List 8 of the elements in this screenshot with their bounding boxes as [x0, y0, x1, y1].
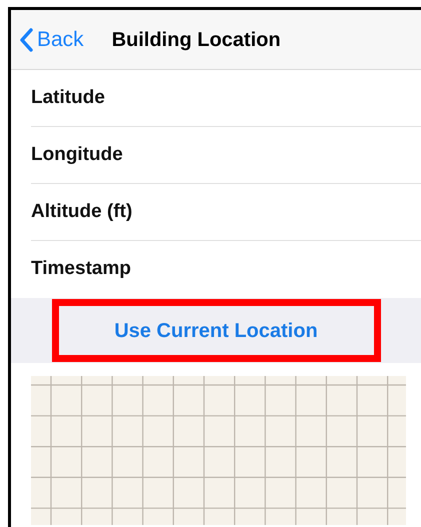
back-button[interactable]: Back [19, 24, 84, 56]
chevron-left-icon [19, 28, 33, 52]
field-label: Timestamp [31, 257, 131, 282]
field-label: Latitude [31, 86, 105, 110]
field-label: Longitude [31, 142, 123, 167]
field-label: Altitude (ft) [31, 200, 132, 224]
screen-title: Building Location [112, 28, 281, 52]
use-current-location-button[interactable]: Use Current Location [52, 299, 380, 362]
